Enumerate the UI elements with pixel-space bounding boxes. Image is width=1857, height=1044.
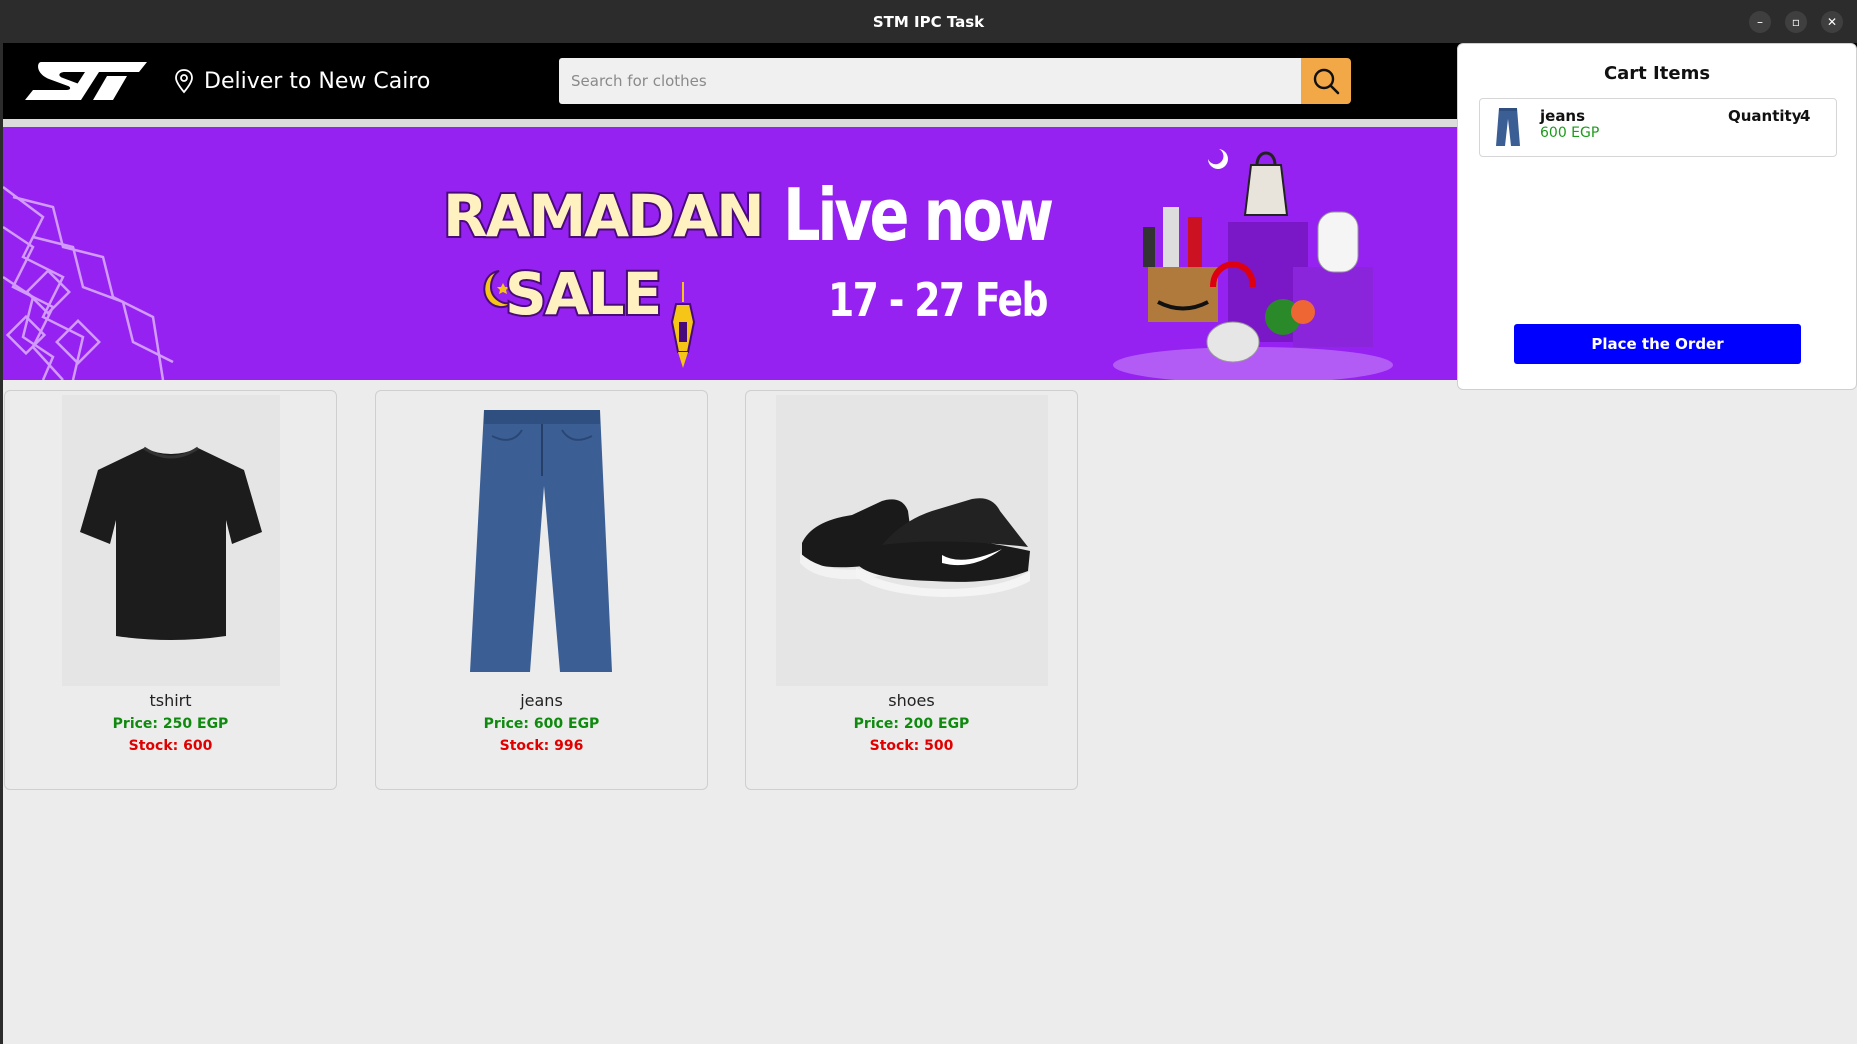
cart-panel: Cart Items jeans 600 EGP Quantity 4 Plac… [1457,43,1857,390]
ramadan-text: RAMADAN [441,182,767,250]
geometric-pattern-decoration [3,186,174,380]
product-card-shoes[interactable]: shoes Price: 200 EGP Stock: 500 [745,390,1078,790]
minimize-button[interactable]: – [1749,11,1771,33]
search-button[interactable] [1301,58,1351,104]
cart-item-quantity: 4 [1800,107,1811,125]
product-card-tshirt[interactable]: tshirt Price: 250 EGP Stock: 600 [4,390,337,790]
product-stock: Stock: 600 [128,738,213,754]
product-price: Price: 600 EGP [483,716,600,732]
product-card-jeans[interactable]: jeans Price: 600 EGP Stock: 996 [375,390,708,790]
lantern-icon [670,282,696,368]
tshirt-image[interactable] [61,395,280,686]
jeans-thumbnail-icon [1496,108,1520,146]
sale-dates: 17 - 27 Feb [828,273,1048,327]
live-now-headline: Live now [783,173,1054,257]
product-price: Price: 250 EGP [112,716,229,732]
search-icon [1313,68,1340,95]
place-order-button[interactable]: Place the Order [1514,324,1801,364]
promo-products-illustration [1113,149,1393,380]
delivery-location[interactable]: Deliver to New Cairo [173,63,430,99]
cart-item-quantity-label: Quantity [1728,107,1802,125]
product-name: shoes [888,691,935,710]
app-window: STM IPC Task – ▫ ✕ Deliver to New Cairo [0,0,1857,1044]
tshirt-icon [79,446,262,640]
maximize-button[interactable]: ▫ [1785,11,1807,33]
promo-banner[interactable]: RAMADAN SALE Live now 17 - 27 Feb [3,127,1457,380]
shoes-icon [799,497,1030,597]
jeans-image[interactable] [416,395,667,686]
sale-text: SALE [503,260,664,328]
search-input[interactable] [559,58,1301,104]
product-stock: Stock: 500 [869,738,954,754]
cart-item-name: jeans [1540,107,1586,125]
window-title: STM IPC Task [872,13,985,31]
close-button[interactable]: ✕ [1821,11,1843,33]
cart-item[interactable]: jeans 600 EGP Quantity 4 [1479,98,1837,157]
shoes-image[interactable] [775,395,1048,686]
st-logo-icon[interactable] [23,58,151,104]
cart-title: Cart Items [1603,63,1711,84]
product-name: jeans [520,691,563,710]
title-bar[interactable]: STM IPC Task – ▫ ✕ [0,0,1857,43]
jeans-icon [469,409,612,672]
location-pin-icon [175,69,193,94]
product-stock: Stock: 996 [499,738,584,754]
product-price: Price: 200 EGP [853,716,970,732]
delivery-location-text: Deliver to New Cairo [204,68,431,94]
ramadan-sale-title: RAMADAN SALE [441,185,767,368]
product-name: tshirt [149,691,192,710]
cart-item-price: 600 EGP [1540,125,1600,141]
